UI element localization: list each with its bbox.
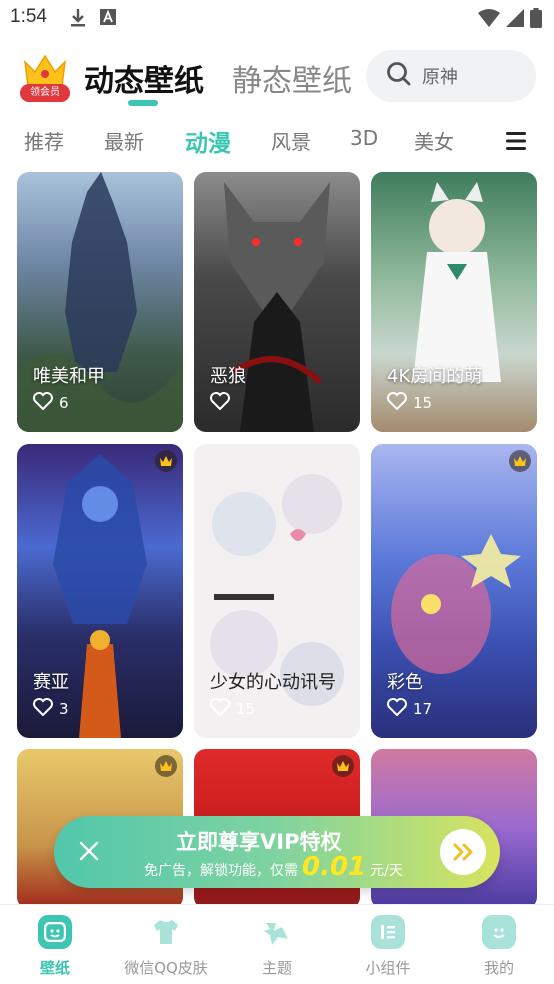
nav-item-widget[interactable]: 小组件 bbox=[333, 915, 443, 978]
wallpaper-card[interactable]: 4K房间的萌 15 bbox=[371, 172, 537, 432]
vip-crown-icon bbox=[155, 450, 177, 472]
tshirt-icon bbox=[149, 915, 183, 949]
category-tab-latest[interactable]: 最新 bbox=[104, 126, 144, 155]
tab-static-wallpaper[interactable]: 静态壁纸 bbox=[232, 56, 352, 100]
vip-crown-icon bbox=[509, 450, 531, 472]
promo-subtitle: 免广告，解锁功能，仅需 0.01 元/天 bbox=[144, 852, 403, 882]
category-tab-beauty[interactable]: 美女 bbox=[414, 126, 454, 155]
theme-icon bbox=[260, 915, 294, 949]
like-number: 15 bbox=[236, 700, 256, 718]
like-count: 17 bbox=[387, 698, 432, 720]
heart-icon[interactable] bbox=[387, 698, 407, 720]
status-time: 1:54 bbox=[10, 6, 47, 27]
nav-label: 我的 bbox=[483, 959, 514, 977]
widget-icon bbox=[371, 915, 405, 949]
like-count: 3 bbox=[33, 698, 69, 720]
nav-label: 主题 bbox=[261, 959, 292, 977]
battery-icon bbox=[530, 8, 542, 32]
search-icon bbox=[386, 61, 412, 91]
download-icon bbox=[70, 9, 86, 31]
nav-item-profile[interactable]: 我的 bbox=[444, 915, 554, 978]
vip-crown-icon bbox=[332, 755, 354, 777]
profile-icon bbox=[482, 915, 516, 949]
nav-item-skin[interactable]: 微信QQ皮肤 bbox=[111, 915, 221, 978]
card-title: 4K房间的萌 bbox=[387, 366, 483, 387]
nav-label: 小组件 bbox=[365, 959, 411, 977]
card-title: 恶狼 bbox=[210, 366, 246, 387]
go-arrow-icon[interactable] bbox=[440, 829, 486, 875]
like-number: 6 bbox=[59, 394, 69, 412]
like-number: 3 bbox=[59, 700, 69, 718]
like-count bbox=[210, 392, 236, 414]
heart-icon[interactable] bbox=[387, 392, 407, 414]
tab-dynamic-wallpaper[interactable]: 动态壁纸 bbox=[84, 56, 204, 100]
promo-subtitle-text: 免广告，解锁功能，仅需 bbox=[144, 863, 298, 879]
wifi-icon bbox=[478, 9, 500, 31]
nav-label: 壁纸 bbox=[39, 959, 70, 977]
vip-crown-icon bbox=[155, 755, 177, 777]
like-count: 6 bbox=[33, 392, 69, 414]
category-tab-recommend[interactable]: 推荐 bbox=[24, 126, 64, 155]
nav-item-wallpaper[interactable]: 壁纸 bbox=[0, 915, 110, 978]
wallpaper-card[interactable]: 彩色 17 bbox=[371, 444, 537, 738]
heart-icon[interactable] bbox=[210, 698, 230, 720]
like-count: 15 bbox=[210, 698, 255, 720]
category-tab-anime[interactable]: 动漫 bbox=[185, 124, 231, 158]
heart-icon[interactable] bbox=[33, 392, 53, 414]
vip-label: 领会员 bbox=[20, 84, 70, 102]
signal-icon bbox=[506, 9, 524, 31]
wallpaper-icon bbox=[38, 915, 72, 949]
search-box[interactable]: 原神 bbox=[366, 50, 536, 102]
promo-price: 0.01 bbox=[302, 852, 367, 882]
text-notification-icon bbox=[100, 9, 116, 31]
wallpaper-card[interactable]: 唯美和甲 6 bbox=[17, 172, 183, 432]
promo-unit: 元/天 bbox=[370, 863, 403, 879]
close-icon[interactable] bbox=[78, 840, 100, 866]
card-title: 少女的心动讯号 bbox=[210, 672, 336, 693]
vip-badge[interactable]: 领会员 bbox=[20, 54, 70, 102]
like-number: 17 bbox=[413, 700, 433, 718]
wallpaper-card[interactable]: 少女的心动讯号 15 bbox=[194, 444, 360, 738]
like-count: 15 bbox=[387, 392, 432, 414]
header: 领会员 动态壁纸 静态壁纸 原神 bbox=[0, 50, 554, 110]
wallpaper-card[interactable]: 恶狼 bbox=[194, 172, 360, 432]
like-number: 15 bbox=[413, 394, 433, 412]
status-bar: 1:54 bbox=[0, 0, 554, 38]
heart-icon[interactable] bbox=[210, 392, 230, 414]
bottom-nav: 壁纸 微信QQ皮肤 主题 小组件 我的 bbox=[0, 904, 554, 984]
heart-icon[interactable] bbox=[33, 698, 53, 720]
vip-promo-banner[interactable]: 立即尊享VIP特权 免广告，解锁功能，仅需 0.01 元/天 bbox=[54, 816, 500, 888]
category-tab-scenery[interactable]: 风景 bbox=[271, 126, 311, 155]
menu-icon[interactable] bbox=[506, 132, 526, 154]
search-placeholder: 原神 bbox=[422, 67, 458, 88]
category-tab-3d[interactable]: 3D bbox=[350, 126, 378, 150]
card-title: 彩色 bbox=[387, 672, 423, 693]
card-title: 唯美和甲 bbox=[33, 366, 105, 387]
tab-active-indicator bbox=[128, 100, 158, 106]
wallpaper-card[interactable]: 赛亚 3 bbox=[17, 444, 183, 738]
card-title: 赛亚 bbox=[33, 672, 69, 693]
nav-item-theme[interactable]: 主题 bbox=[222, 915, 332, 978]
nav-label: 微信QQ皮肤 bbox=[124, 959, 208, 977]
category-tabs: 推荐 最新 动漫 风景 3D 美女 bbox=[0, 122, 554, 162]
